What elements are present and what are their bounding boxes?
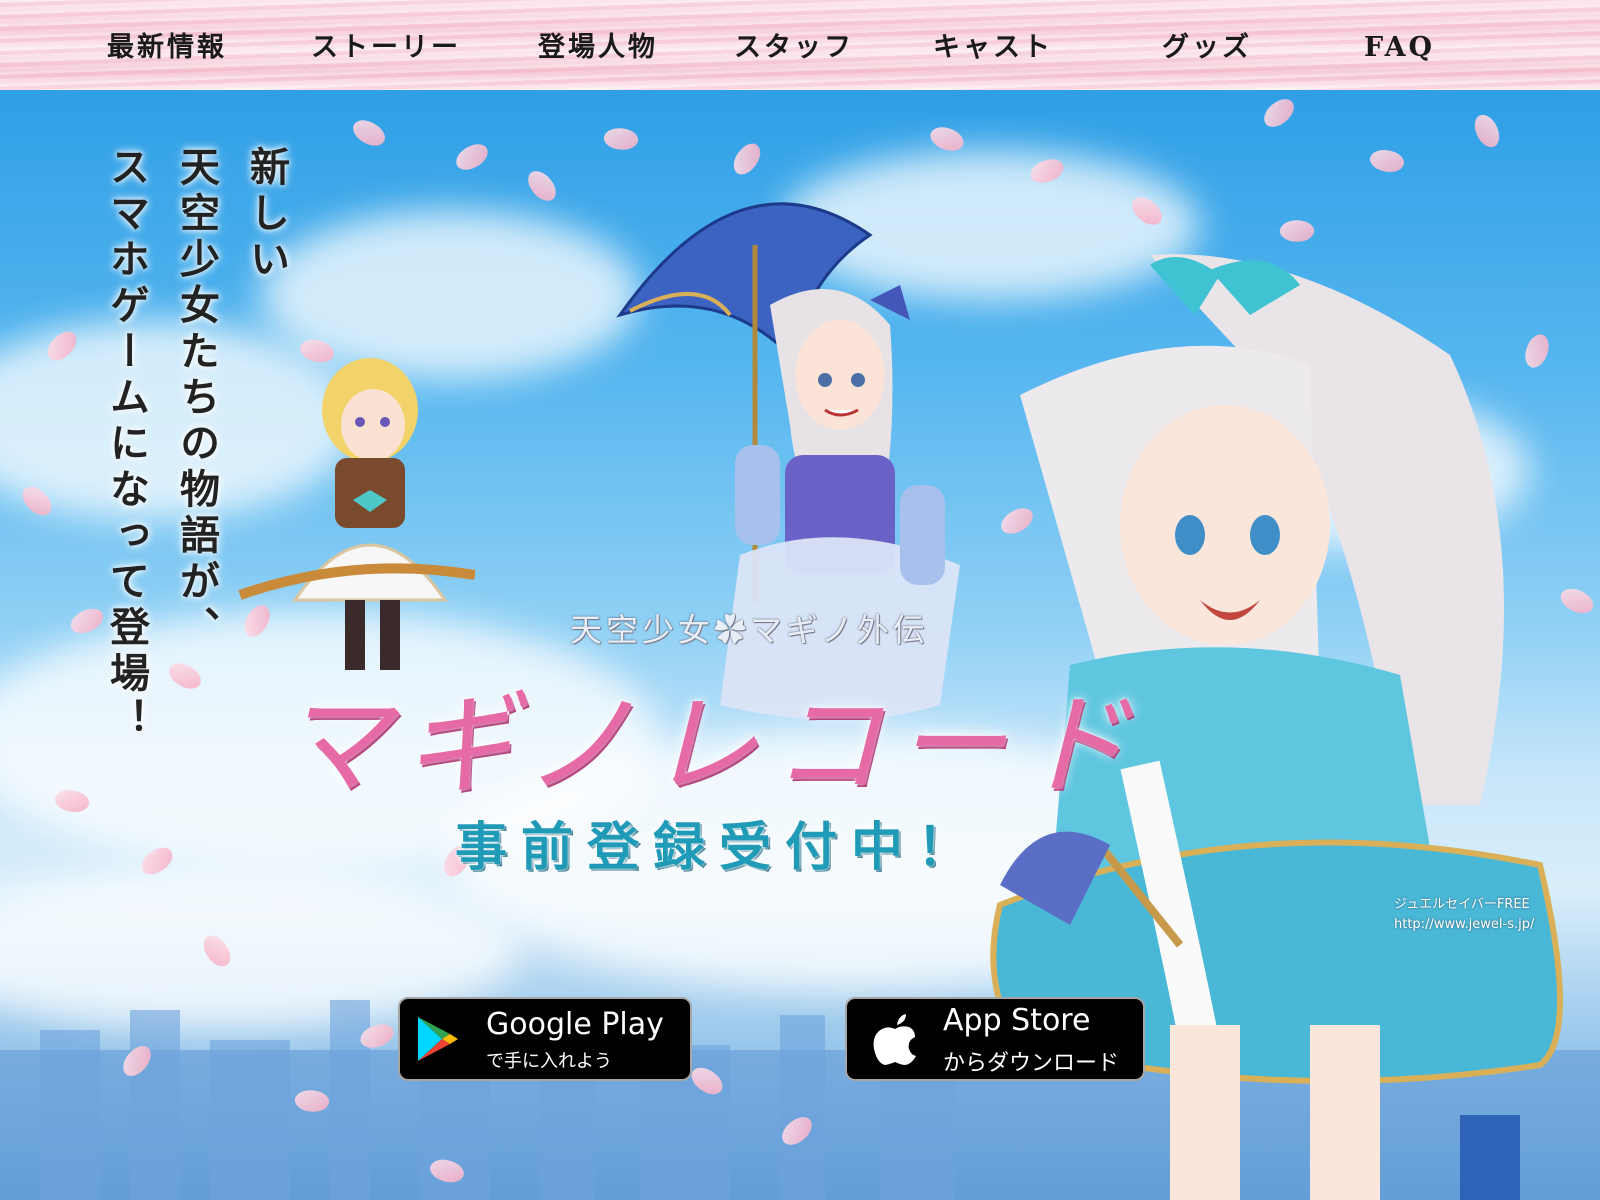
app-store-button[interactable]: App Store からダウンロード	[845, 997, 1145, 1081]
nav-item-goods[interactable]: グッズ	[1162, 28, 1252, 68]
app-store-sublabel: からダウンロード	[943, 1051, 1120, 1076]
nav-item-story[interactable]: ストーリー	[311, 28, 461, 68]
credit-line-2[interactable]: http://www.jewel-s.jp/	[1394, 915, 1534, 935]
character-umbrella-girl-illustration	[616, 202, 960, 720]
google-play-label: Google Play	[486, 1007, 664, 1042]
google-play-sublabel: で手に入れよう	[486, 1051, 612, 1072]
nav-item-cast[interactable]: キャスト	[933, 28, 1053, 68]
apple-icon	[873, 1014, 916, 1065]
character-blonde-girl-illustration	[238, 358, 475, 670]
google-play-icon	[418, 1017, 458, 1061]
tagline-line-3: スマホゲームになって登場！	[103, 146, 150, 744]
petal	[1278, 217, 1316, 245]
nav-item-faq[interactable]: FAQ	[1364, 28, 1435, 68]
google-play-button[interactable]: Google Play で手に入れよう	[398, 997, 692, 1081]
nav-item-characters[interactable]: 登場人物	[538, 28, 658, 68]
petal	[1471, 111, 1503, 151]
game-title-logo: マギノレコード	[280, 681, 1144, 809]
credit-line-1: ジュエルセイバーFREE	[1394, 897, 1530, 912]
game-subtitle: 天空少女✿マギノ外伝	[570, 611, 929, 649]
app-store-label: App Store	[943, 1003, 1091, 1038]
petal	[1258, 94, 1300, 132]
nav-item-news[interactable]: 最新情報	[107, 28, 227, 68]
tagline-line-1: 新しい	[243, 146, 290, 284]
hero-section: 新しい 天空少女たちの物語が、 スマホゲームになって登場！ 天空少女✿マギノ外伝…	[0, 90, 1600, 1200]
petal	[452, 140, 492, 174]
petal	[1367, 144, 1407, 178]
petal	[348, 113, 390, 153]
tagline-line-2: 天空少女たちの物語が、	[173, 146, 220, 652]
image-credit: ジュエルセイバーFREE http://www.jewel-s.jp/	[1394, 895, 1534, 935]
top-nav: 最新情報 ストーリー 登場人物 スタッフ キャスト グッズ FAQ	[0, 0, 1600, 90]
nav-item-staff[interactable]: スタッフ	[734, 28, 854, 68]
preregistration-banner: 事前登録受付中！	[455, 818, 984, 878]
